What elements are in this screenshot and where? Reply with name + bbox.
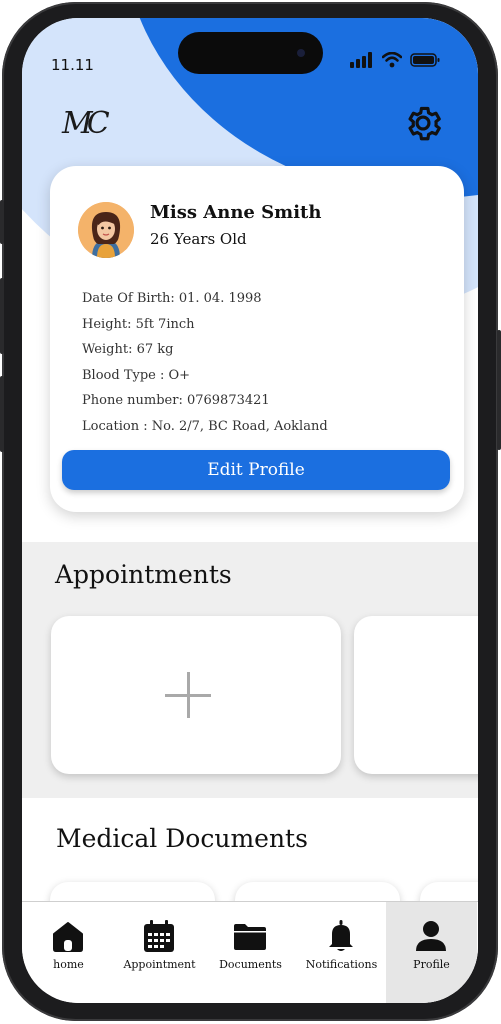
profile-card: Miss Anne Smith 26 Years Old Date Of Bir…: [50, 166, 464, 512]
app-logo: MC: [62, 106, 110, 141]
home-icon: [53, 922, 83, 952]
detail-location: Location : No. 2/7, BC Road, Aokland: [82, 418, 328, 434]
detail-height: Height: 5ft 7inch: [82, 316, 195, 332]
medical-documents-title: Medical Documents: [56, 824, 308, 853]
detail-date-of-birth: Date Of Birth: 01. 04. 1998: [82, 291, 262, 306]
nav-item-profile[interactable]: Profile: [386, 902, 477, 1003]
nav-item-notifications[interactable]: Notifications: [296, 902, 387, 1003]
battery-icon: [410, 53, 440, 67]
appointments-title: Appointments: [55, 560, 232, 589]
detail-blood-type: Blood Type : O+: [82, 367, 191, 383]
nav-item-documents[interactable]: Documents: [205, 902, 296, 1003]
bell-icon: [329, 920, 353, 951]
detail-phone-number: Phone number: 0769873421: [82, 393, 270, 409]
nav-item-home[interactable]: home: [23, 902, 114, 1003]
gear-icon[interactable]: [402, 102, 444, 144]
power-button: [497, 330, 501, 450]
appointment-card[interactable]: [354, 616, 478, 774]
dynamic-island: [178, 32, 323, 74]
screen: 11.11 MC Miss Anne Smith 26 Years Old Da…: [22, 18, 478, 1003]
nav-label-profile: Profile: [413, 958, 450, 971]
avatar: [78, 202, 134, 258]
appointments-section: Appointments: [22, 542, 478, 798]
add-appointment-card[interactable]: [51, 616, 341, 774]
status-time: 11.11: [51, 56, 94, 74]
camera-icon: [297, 49, 305, 57]
nav-label-appointment: Appointment: [123, 958, 196, 971]
signal-icon: [350, 52, 372, 68]
nav-label-notifications: Notifications: [305, 958, 378, 971]
user-icon: [416, 921, 446, 951]
detail-weight: Weight: 67 kg: [82, 342, 174, 358]
profile-name: Miss Anne Smith: [150, 202, 322, 223]
edit-profile-button[interactable]: Edit Profile: [62, 450, 450, 490]
folder-icon: [234, 924, 266, 950]
bottom-navigation: home Appointment Documents Notifications…: [22, 901, 478, 1003]
status-icons: [350, 52, 440, 68]
nav-label-documents: Documents: [219, 958, 282, 971]
plus-icon-vertical: [187, 672, 190, 718]
avatar-illustration: [78, 202, 134, 258]
nav-item-appointment[interactable]: Appointment: [114, 902, 205, 1003]
profile-details: Date Of Birth: 01. 04. 1998 Height: 5ft …: [82, 286, 328, 440]
profile-age: 26 Years Old: [150, 230, 247, 248]
volume-down-button: [0, 376, 4, 452]
nav-label-home: home: [53, 958, 84, 971]
action-button: [0, 200, 4, 244]
volume-up-button: [0, 278, 4, 354]
wifi-icon: [382, 52, 402, 68]
calendar-icon: [144, 920, 174, 952]
